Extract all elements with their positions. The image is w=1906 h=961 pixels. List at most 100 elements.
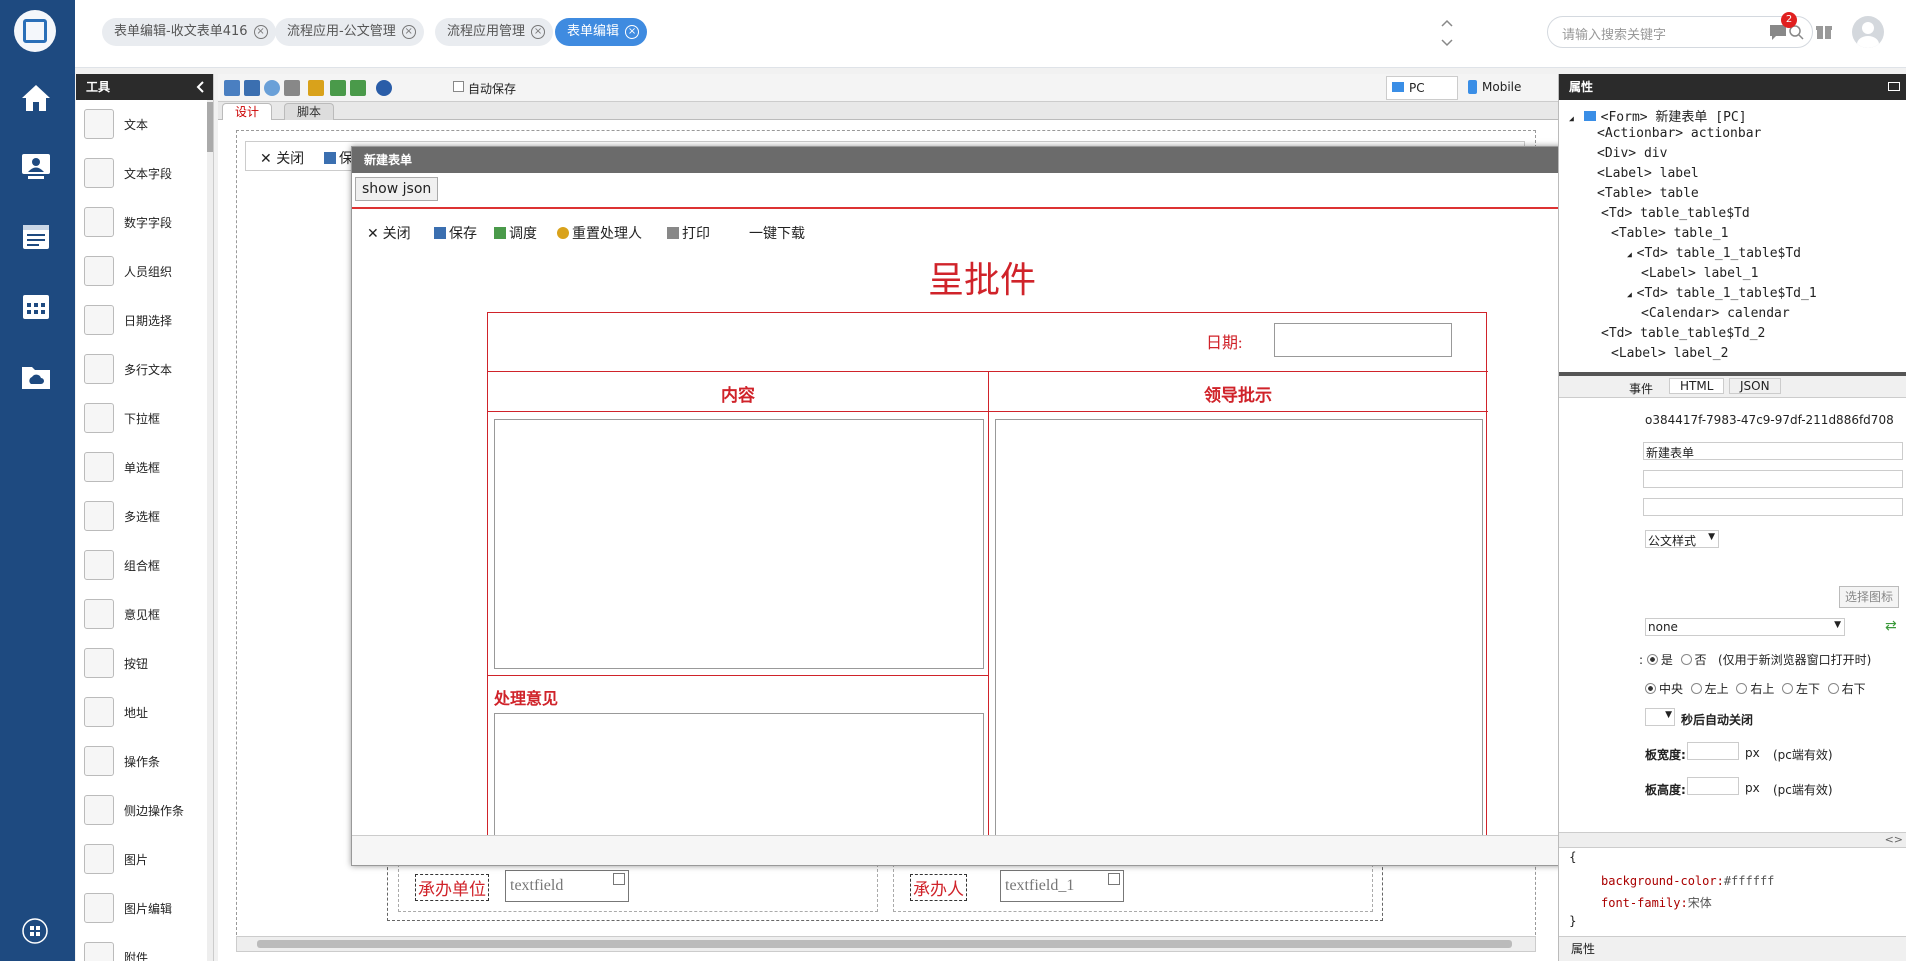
height-input[interactable] bbox=[1687, 777, 1739, 795]
leader-textarea[interactable] bbox=[995, 419, 1483, 835]
close-icon[interactable]: × bbox=[401, 25, 416, 39]
refresh-icon[interactable]: ⇄ bbox=[1885, 618, 1897, 634]
form-download-button[interactable]: 一键下载 bbox=[749, 223, 805, 243]
prop-input-1[interactable] bbox=[1643, 470, 1903, 488]
import-icon[interactable] bbox=[330, 80, 346, 96]
tree-node[interactable]: <Label> label_1 bbox=[1641, 266, 1758, 281]
device-pc-button[interactable]: PC bbox=[1386, 76, 1458, 100]
export-icon[interactable] bbox=[350, 80, 366, 96]
calendar-icon[interactable] bbox=[18, 288, 54, 324]
new-icon[interactable] bbox=[224, 80, 240, 96]
window-icon[interactable] bbox=[1888, 82, 1900, 91]
tab-flow-app[interactable]: 流程应用管理 × bbox=[435, 18, 554, 46]
tree-node[interactable]: <Td> table_table$Td_2 bbox=[1601, 326, 1765, 341]
tab-events[interactable]: 事件 bbox=[1629, 380, 1653, 397]
apps-grid-icon[interactable] bbox=[22, 918, 48, 944]
person-textfield[interactable]: textfield_1 bbox=[1000, 870, 1124, 902]
auto-close-select[interactable]: ▼ bbox=[1645, 708, 1675, 726]
form-print-button[interactable]: 打印 bbox=[667, 223, 710, 243]
print-icon[interactable] bbox=[284, 80, 300, 96]
style-select[interactable]: 公文样式 ▼ bbox=[1645, 530, 1719, 548]
tool-item[interactable]: 文本 bbox=[76, 100, 204, 149]
radio-top-left[interactable] bbox=[1690, 683, 1702, 694]
tab-scroll-arrows-icon[interactable] bbox=[1440, 18, 1454, 48]
width-input[interactable] bbox=[1687, 742, 1739, 760]
horizontal-scrollbar[interactable] bbox=[236, 936, 1536, 952]
form-dispatch-button[interactable]: 调度 bbox=[494, 223, 537, 243]
tab-json[interactable]: JSON bbox=[1729, 378, 1781, 394]
close-icon[interactable]: × bbox=[253, 25, 268, 39]
radio-bottom-right[interactable] bbox=[1827, 683, 1839, 694]
radio-center[interactable] bbox=[1645, 683, 1656, 694]
tree-node[interactable]: <Td> table_table$Td bbox=[1601, 206, 1750, 221]
content-textarea[interactable] bbox=[494, 419, 984, 669]
tree-node[interactable]: <Label> label bbox=[1597, 166, 1699, 181]
tree-node[interactable]: ◢ <Td> table_1_table$Td_1 bbox=[1627, 286, 1817, 301]
save-icon[interactable] bbox=[244, 80, 260, 96]
tool-item[interactable]: 下拉框 bbox=[76, 394, 204, 443]
expand-arrow-icon[interactable]: ◢ bbox=[1569, 114, 1579, 123]
tool-item[interactable]: 按钮 bbox=[76, 639, 204, 688]
tab-flow-doc[interactable]: 流程应用-公文管理 × bbox=[275, 18, 424, 46]
tool-item[interactable]: 附件 bbox=[76, 933, 204, 961]
tool-item[interactable]: 意见框 bbox=[76, 590, 204, 639]
prop-input-2[interactable] bbox=[1643, 498, 1903, 516]
tool-item[interactable]: 图片编辑 bbox=[76, 884, 204, 933]
close-icon[interactable]: × bbox=[531, 25, 546, 39]
schedule-board-icon[interactable] bbox=[18, 218, 54, 254]
gift-icon[interactable] bbox=[1815, 22, 1833, 40]
choose-icon-button[interactable]: 选择图标 bbox=[1839, 586, 1899, 608]
tool-item[interactable]: 数字字段 bbox=[76, 198, 204, 247]
device-mobile-button[interactable]: Mobile bbox=[1464, 76, 1542, 100]
tool-item[interactable]: 侧边操作条 bbox=[76, 786, 204, 835]
opinion-textarea[interactable] bbox=[494, 713, 984, 835]
none-select[interactable]: none ▼ bbox=[1645, 618, 1845, 636]
avatar[interactable] bbox=[1852, 16, 1884, 48]
close-icon[interactable]: × bbox=[625, 25, 640, 39]
tree-node[interactable]: <Calendar> calendar bbox=[1641, 306, 1790, 321]
tool-item[interactable]: 多行文本 bbox=[76, 345, 204, 394]
tool-item[interactable]: 操作条 bbox=[76, 737, 204, 786]
tree-node[interactable]: <Table> table bbox=[1597, 186, 1699, 201]
expand-arrow-icon[interactable]: ◢ bbox=[1627, 290, 1637, 299]
form-name-input[interactable]: 新建表单 bbox=[1643, 442, 1903, 460]
tool-item[interactable]: 组合框 bbox=[76, 541, 204, 590]
form-save-button[interactable]: 保存 bbox=[434, 223, 477, 243]
radio-no[interactable] bbox=[1680, 654, 1692, 665]
tab-script[interactable]: 脚本 bbox=[284, 103, 335, 120]
tool-item[interactable]: 日期选择 bbox=[76, 296, 204, 345]
code-toggle-icon[interactable]: <> bbox=[1885, 833, 1903, 846]
help-icon[interactable] bbox=[376, 80, 392, 96]
tab-design[interactable]: 设计 bbox=[222, 103, 273, 120]
preview-eye-icon[interactable] bbox=[264, 80, 280, 96]
show-json-button[interactable]: show json bbox=[355, 177, 439, 201]
autosave-checkbox[interactable] bbox=[453, 81, 464, 92]
tree-node[interactable]: ◢ <Td> table_1_table$Td bbox=[1627, 246, 1801, 261]
canvas-close-button[interactable]: ✕ 关闭 bbox=[260, 148, 304, 168]
contact-card-icon[interactable] bbox=[18, 148, 54, 184]
form-reset-handler-button[interactable]: 重置处理人 bbox=[557, 223, 642, 243]
form-close-button[interactable]: ✕ 关闭 bbox=[367, 223, 411, 243]
tree-node[interactable]: ◢ <Form> 新建表单 [PC] bbox=[1569, 106, 1747, 125]
date-input[interactable] bbox=[1274, 323, 1452, 357]
tree-node[interactable]: <Label> label_2 bbox=[1611, 346, 1728, 361]
unit-textfield[interactable]: textfield bbox=[505, 870, 629, 902]
tree-node[interactable]: <Table> table_1 bbox=[1611, 226, 1728, 241]
collapse-left-icon[interactable] bbox=[195, 81, 207, 93]
radio-top-right[interactable] bbox=[1736, 683, 1748, 694]
app-logo-icon[interactable] bbox=[14, 10, 56, 52]
tab-form-edit-416[interactable]: 表单编辑-收文表单416 × bbox=[102, 18, 276, 46]
cloud-folder-icon[interactable] bbox=[18, 358, 54, 394]
home-icon[interactable] bbox=[18, 80, 54, 116]
tab-html[interactable]: HTML bbox=[1669, 378, 1725, 394]
radio-yes[interactable] bbox=[1646, 654, 1658, 665]
radio-bottom-left[interactable] bbox=[1781, 683, 1793, 694]
tool-item[interactable]: 多选框 bbox=[76, 492, 204, 541]
tool-item[interactable]: 人员组织 bbox=[76, 247, 204, 296]
key-icon[interactable] bbox=[308, 80, 324, 96]
expand-arrow-icon[interactable]: ◢ bbox=[1627, 250, 1637, 259]
tool-item[interactable]: 地址 bbox=[76, 688, 204, 737]
tool-item[interactable]: 图片 bbox=[76, 835, 204, 884]
tool-item[interactable]: 文本字段 bbox=[76, 149, 204, 198]
tree-node[interactable]: <Actionbar> actionbar bbox=[1597, 126, 1761, 141]
